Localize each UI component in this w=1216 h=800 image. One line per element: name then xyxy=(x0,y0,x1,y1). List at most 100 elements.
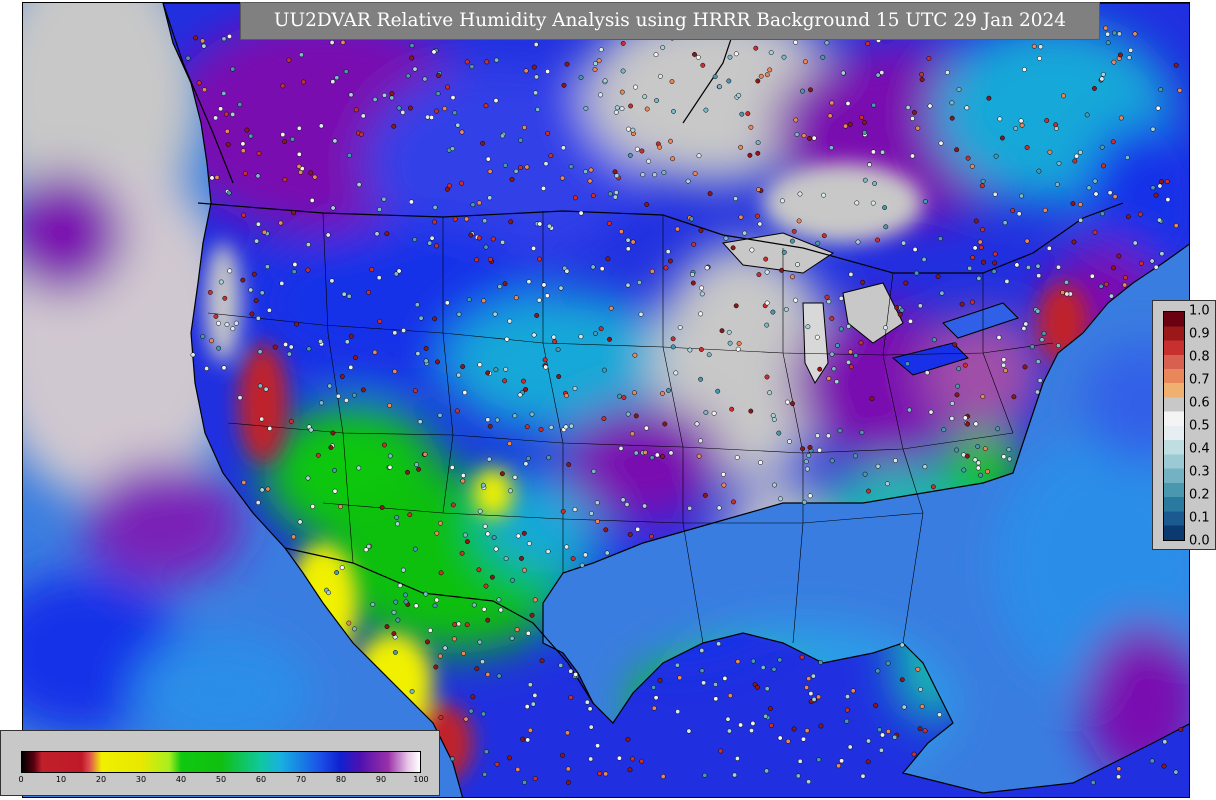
station-marker xyxy=(483,749,489,755)
station-marker xyxy=(221,36,227,42)
station-marker xyxy=(666,387,671,393)
station-marker xyxy=(509,635,515,641)
station-marker xyxy=(801,133,807,139)
station-marker xyxy=(644,202,650,207)
station-marker xyxy=(558,662,564,668)
station-marker xyxy=(485,417,491,423)
station-marker xyxy=(797,191,803,197)
station-marker xyxy=(254,238,260,244)
station-marker xyxy=(1070,201,1076,207)
station-marker xyxy=(866,488,871,494)
station-marker xyxy=(545,69,551,74)
station-marker xyxy=(677,675,683,681)
station-marker xyxy=(829,100,835,106)
station-marker xyxy=(414,302,420,308)
station-marker xyxy=(824,294,830,300)
station-colorbar-tick: 0.8 xyxy=(1189,349,1210,365)
station-marker xyxy=(911,109,917,115)
station-marker xyxy=(1023,321,1029,327)
station-marker xyxy=(952,342,958,348)
station-marker xyxy=(221,365,227,371)
station-marker xyxy=(381,442,387,448)
station-marker xyxy=(483,583,489,589)
station-marker xyxy=(508,219,514,225)
station-marker xyxy=(496,673,502,679)
station-marker xyxy=(288,418,294,424)
station-marker xyxy=(326,590,332,596)
station-marker xyxy=(533,42,539,47)
station-marker xyxy=(764,269,770,275)
station-marker xyxy=(797,758,803,764)
station-marker xyxy=(255,315,261,321)
station-marker xyxy=(561,82,567,88)
station-marker xyxy=(793,39,799,45)
station-marker xyxy=(607,191,613,197)
station-marker xyxy=(237,102,243,107)
station-marker xyxy=(668,450,674,456)
station-marker xyxy=(216,320,221,326)
station-marker xyxy=(865,41,871,47)
station-marker xyxy=(1072,158,1078,164)
station-marker xyxy=(627,152,633,158)
station-marker xyxy=(536,297,542,303)
station-marker xyxy=(726,728,732,734)
station-marker xyxy=(1078,217,1084,223)
station-marker xyxy=(747,152,753,158)
station-marker xyxy=(618,229,624,235)
station-marker xyxy=(1157,183,1163,189)
station-marker xyxy=(523,461,529,467)
station-marker xyxy=(793,117,799,123)
station-marker xyxy=(560,752,565,758)
station-marker xyxy=(795,262,800,267)
station-marker xyxy=(734,455,740,460)
station-marker xyxy=(485,156,491,162)
station-marker xyxy=(1077,202,1083,207)
station-marker xyxy=(502,281,508,287)
station-marker xyxy=(848,349,853,355)
station-marker xyxy=(348,92,354,98)
station-marker xyxy=(391,631,397,637)
station-marker xyxy=(502,378,508,384)
station-marker xyxy=(224,128,230,134)
station-marker xyxy=(802,499,807,505)
station-marker xyxy=(583,169,589,175)
station-marker xyxy=(754,684,760,690)
station-marker xyxy=(625,237,631,243)
station-marker xyxy=(429,115,435,120)
station-marker xyxy=(846,359,851,365)
station-marker xyxy=(296,125,302,131)
station-marker xyxy=(739,111,745,117)
station-marker xyxy=(1013,126,1019,131)
station-marker xyxy=(259,290,265,296)
station-marker xyxy=(738,214,744,220)
station-marker xyxy=(660,45,666,50)
station-marker xyxy=(240,148,246,154)
station-marker xyxy=(233,320,239,326)
station-marker xyxy=(1125,214,1131,220)
station-marker xyxy=(1002,220,1008,226)
station-marker xyxy=(545,130,551,136)
station-marker xyxy=(434,108,439,114)
station-marker xyxy=(669,79,675,85)
station-marker xyxy=(514,627,520,633)
station-marker xyxy=(1132,240,1138,246)
station-marker xyxy=(633,450,639,456)
station-marker xyxy=(754,213,760,219)
station-marker xyxy=(777,496,783,502)
station-marker xyxy=(978,472,984,478)
station-marker xyxy=(815,240,821,246)
station-marker xyxy=(965,421,971,427)
station-marker xyxy=(777,657,783,663)
station-marker xyxy=(384,624,390,630)
station-marker xyxy=(956,86,962,92)
station-marker xyxy=(1093,191,1099,197)
station-marker xyxy=(602,78,608,84)
station-marker xyxy=(1091,85,1097,91)
station-marker xyxy=(480,659,485,665)
station-marker xyxy=(847,121,853,127)
station-marker xyxy=(481,606,487,612)
station-marker xyxy=(726,78,732,84)
station-marker xyxy=(1001,454,1007,460)
station-marker xyxy=(445,84,451,90)
station-marker xyxy=(866,738,871,744)
